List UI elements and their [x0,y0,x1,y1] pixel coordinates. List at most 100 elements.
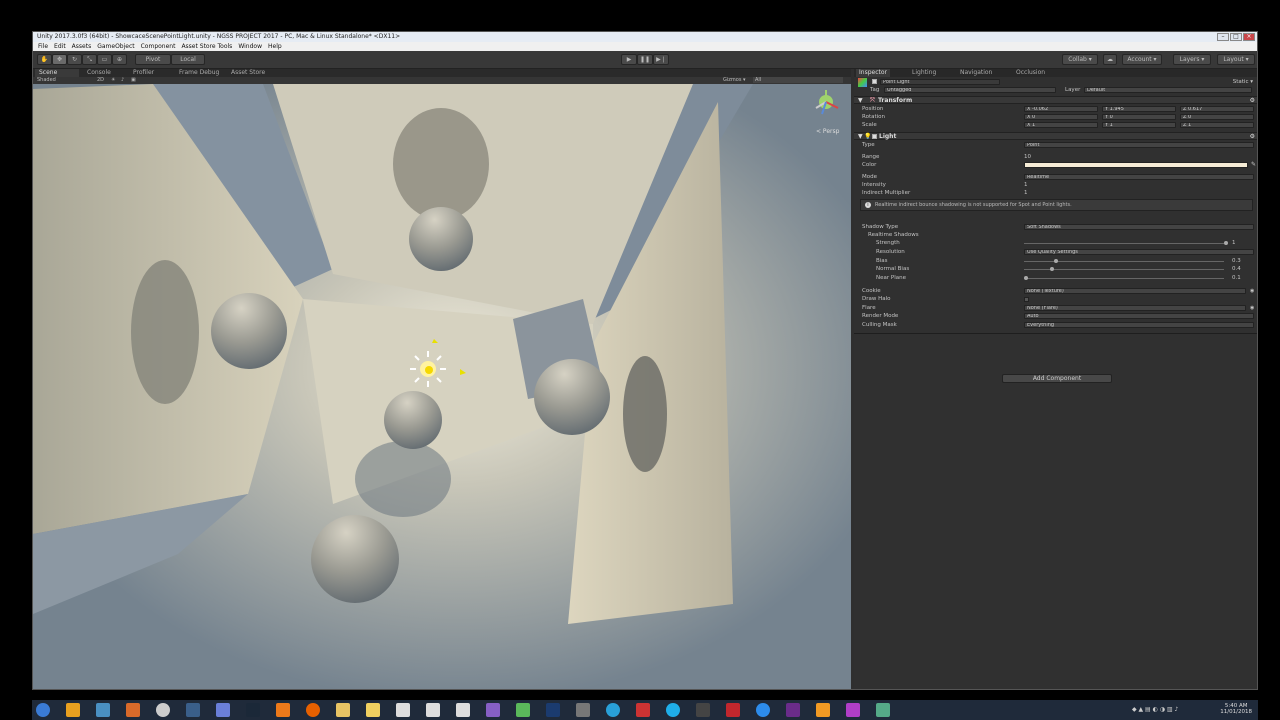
scene-search-input[interactable]: All [753,77,843,83]
app-icon[interactable] [186,703,200,717]
menu-help[interactable]: Help [265,42,285,51]
clock[interactable]: 5:40 AM 11/01/2018 [1220,703,1252,715]
unity-editor-2-icon[interactable] [426,703,440,717]
tab-scene[interactable]: Scene [35,69,79,77]
cookie-field[interactable]: None (Texture) [1024,288,1246,294]
rotation-y-field[interactable]: Y 0 [1102,114,1176,120]
effects-toggle-icon[interactable]: ▣ [131,77,136,84]
close-button[interactable]: × [1243,33,1255,41]
rotation-z-field[interactable]: Z 0 [1180,114,1254,120]
firefox-icon[interactable] [306,703,320,717]
unity-editor-3-icon[interactable] [456,703,470,717]
settings-gear-icon[interactable]: ⚙ [1250,133,1255,140]
normal-bias-slider[interactable] [1024,269,1224,270]
add-component-button[interactable]: Add Component [1002,374,1112,383]
rect-tool-button[interactable]: ▭ [97,54,112,65]
file-explorer-icon[interactable] [336,703,350,717]
eyedropper-icon[interactable]: ✎ [1251,161,1256,169]
static-dropdown[interactable]: Static ▾ [1233,78,1253,86]
rotation-x-field[interactable]: X 0 [1024,114,1098,120]
photoshop-icon[interactable] [546,703,560,717]
intensity-field[interactable]: 1 [1024,181,1028,189]
mode-dropdown[interactable]: Realtime [1024,174,1254,180]
normal-bias-value[interactable]: 0.4 [1232,265,1241,273]
perspective-label[interactable]: < Persp [816,128,839,135]
account-dropdown[interactable]: Account ▾ [1122,54,1162,65]
app-5-icon[interactable] [876,703,890,717]
browser-icon[interactable] [666,703,680,717]
media-player-icon[interactable] [66,703,80,717]
hand-tool-button[interactable]: ✋ [37,54,52,65]
menu-window[interactable]: Window [235,42,265,51]
active-checkbox[interactable] [872,79,877,84]
position-y-field[interactable]: Y 1.945 [1102,106,1176,112]
scale-z-field[interactable]: Z 1 [1180,122,1254,128]
scale-tool-button[interactable]: ⤡ [82,54,97,65]
strength-value[interactable]: 1 [1232,239,1236,247]
obs-icon[interactable] [576,703,590,717]
light-header[interactable]: ▼ 💡 Light ⚙ [854,132,1257,140]
object-name-field[interactable]: Point Light [880,79,1000,85]
scale-x-field[interactable]: X 1 [1024,122,1098,128]
position-x-field[interactable]: X -0.062 [1024,106,1098,112]
menu-gameobject[interactable]: GameObject [94,42,137,51]
video-icon[interactable] [636,703,650,717]
strength-slider[interactable] [1024,243,1224,244]
object-picker-icon[interactable]: ◉ [1250,304,1254,312]
menu-edit[interactable]: Edit [51,42,69,51]
2d-toggle[interactable]: 2D [97,77,104,84]
culling-mask-dropdown[interactable]: Everything [1024,322,1254,328]
menu-asset-store-tools[interactable]: Asset Store Tools [178,42,235,51]
play-button[interactable]: ▶ [621,54,637,65]
range-field[interactable]: 10 [1024,153,1031,161]
bias-slider-knob[interactable] [1054,259,1058,263]
visual-studio-icon[interactable] [486,703,500,717]
render-mode-dropdown[interactable]: Auto [1024,313,1254,319]
tab-frame-debug[interactable]: Frame Debug [179,69,219,77]
unity-icon[interactable] [156,703,170,717]
near-plane-slider-knob[interactable] [1024,276,1028,280]
security-icon[interactable] [696,703,710,717]
steam-icon[interactable] [246,703,260,717]
menu-component[interactable]: Component [138,42,179,51]
app-3-icon[interactable] [816,703,830,717]
near-plane-value[interactable]: 0.1 [1232,274,1241,282]
scene-viewport[interactable]: < Persp [33,84,851,689]
tab-lighting[interactable]: Lighting [912,69,936,77]
transform-header[interactable]: ▼ ⤧ Transform ⚙ [854,96,1257,104]
menu-assets[interactable]: Assets [69,42,95,51]
near-plane-slider[interactable] [1024,278,1224,279]
tab-profiler[interactable]: Profiler [133,69,154,77]
layers-dropdown[interactable]: Layers ▾ [1173,54,1211,65]
type-dropdown[interactable]: Point [1024,142,1254,148]
pause-button[interactable]: ❚❚ [637,54,653,65]
light-enabled-checkbox[interactable] [872,134,877,139]
layer-dropdown[interactable]: Default [1084,87,1252,93]
layout-dropdown[interactable]: Layout ▾ [1217,54,1255,65]
discord-icon[interactable] [216,703,230,717]
tab-inspector[interactable]: Inspector [856,69,890,77]
bias-value[interactable]: 0.3 [1232,257,1241,265]
draw-halo-checkbox[interactable] [1024,297,1029,302]
normal-bias-slider-knob[interactable] [1050,267,1054,271]
indirect-multiplier-field[interactable]: 1 [1024,189,1028,197]
shadow-type-dropdown[interactable]: Soft Shadows [1024,224,1254,230]
notepad-icon[interactable] [516,703,530,717]
lighting-toggle-icon[interactable]: ☀ [111,77,115,84]
move-tool-button[interactable]: ✥ [52,54,67,65]
strength-slider-knob[interactable] [1224,241,1228,245]
teamviewer-icon[interactable] [756,703,770,717]
blender-icon[interactable] [126,703,140,717]
menu-file[interactable]: File [35,42,51,51]
system-tray-icons[interactable]: ◆ ▲ ▤ ◐ ◑ ▥ ♪ [1132,706,1178,713]
shading-mode-dropdown[interactable]: Shaded [37,77,56,84]
filezilla-icon[interactable] [726,703,740,717]
unity-editor-icon[interactable] [396,703,410,717]
transform-tool-button[interactable]: ⊕ [112,54,127,65]
scale-y-field[interactable]: Y 1 [1102,122,1176,128]
gizmos-dropdown[interactable]: Gizmos ▾ [723,77,746,84]
tab-navigation[interactable]: Navigation [960,69,992,77]
flare-field[interactable]: None (Flare) [1024,305,1246,311]
tab-asset-store[interactable]: Asset Store [231,69,265,77]
minimize-button[interactable]: – [1217,33,1229,41]
